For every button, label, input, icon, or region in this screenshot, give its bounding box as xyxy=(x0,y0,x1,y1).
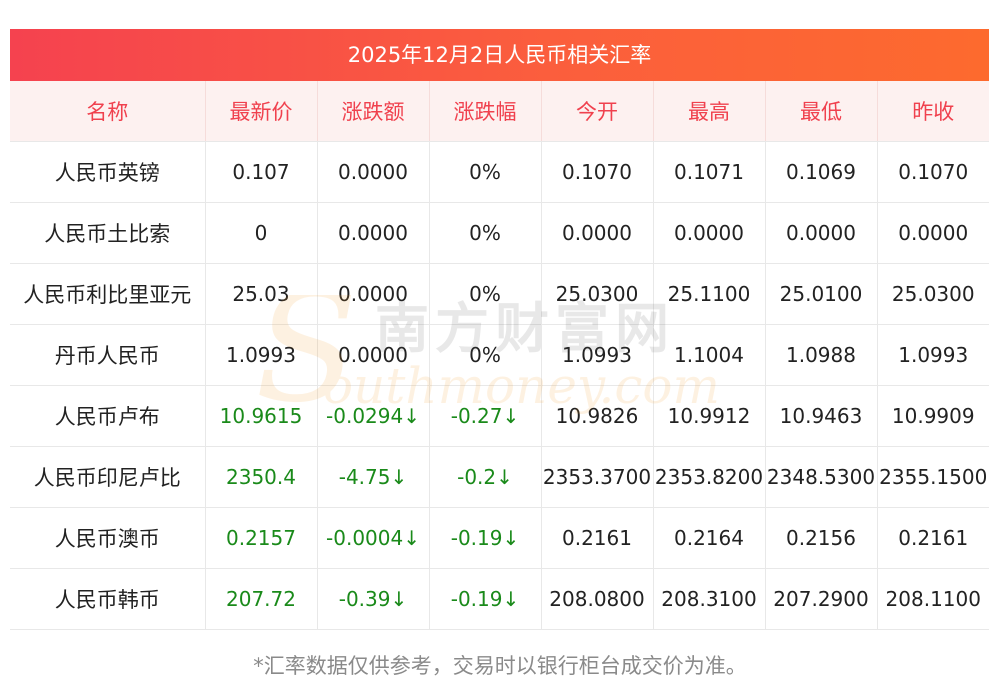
change-pct: -0.19↓ xyxy=(429,568,542,630)
table-header-row: 名称 最新价 涨跌额 涨跌幅 今开 最高 最低 昨收 xyxy=(10,81,989,142)
header-low: 最低 xyxy=(765,81,878,142)
header-prev-close: 昨收 xyxy=(877,81,989,142)
low-price: 10.9463 xyxy=(765,385,878,447)
table-row: 人民币英镑 0.107 0.0000 0% 0.1070 0.1071 0.1069 0.10… xyxy=(10,141,989,203)
change-pct: 0% xyxy=(429,263,542,325)
table-row: 人民币利比里亚元 25.03 0.0000 0% 25.0300 25.1100 25.01… xyxy=(10,263,989,325)
currency-name: 人民币土比索 xyxy=(10,202,206,264)
prev-close: 208.1100 xyxy=(877,568,989,630)
header-high: 最高 xyxy=(653,81,766,142)
table-row: 人民币卢布 10.9615 -0.0294↓ -0.27↓ 10.9826 10.9912… xyxy=(10,385,989,447)
high-price: 2353.8200 xyxy=(653,446,766,508)
open-price: 10.9826 xyxy=(541,385,654,447)
currency-name: 人民币澳币 xyxy=(10,507,206,569)
open-price: 0.0000 xyxy=(541,202,654,264)
low-price: 25.0100 xyxy=(765,263,878,325)
high-price: 25.1100 xyxy=(653,263,766,325)
high-price: 10.9912 xyxy=(653,385,766,447)
change-amount: 0.0000 xyxy=(317,263,430,325)
low-price: 2348.5300 xyxy=(765,446,878,508)
open-price: 208.0800 xyxy=(541,568,654,630)
header-latest: 最新价 xyxy=(205,81,318,142)
latest-price: 0.2157 xyxy=(205,507,318,569)
change-pct: -0.27↓ xyxy=(429,385,542,447)
open-price: 1.0993 xyxy=(541,324,654,386)
footnote: *汇率数据仅供参考，交易时以银行柜台成交价为准。 xyxy=(253,654,747,678)
low-price: 1.0988 xyxy=(765,324,878,386)
header-name: 名称 xyxy=(10,81,206,142)
latest-price: 0.107 xyxy=(205,141,318,203)
table-row: 人民币印尼卢比 2350.4 -4.75↓ -0.2↓ 2353.3700 2353.82… xyxy=(10,446,989,508)
prev-close: 10.9909 xyxy=(877,385,989,447)
header-change: 涨跌额 xyxy=(317,81,430,142)
prev-close: 0.2161 xyxy=(877,507,989,569)
change-amount: 0.0000 xyxy=(317,324,430,386)
table-title: 2025年12月2日人民币相关汇率 xyxy=(10,29,989,81)
latest-price: 0 xyxy=(205,202,318,264)
prev-close: 25.0300 xyxy=(877,263,989,325)
high-price: 0.2164 xyxy=(653,507,766,569)
open-price: 0.2161 xyxy=(541,507,654,569)
prev-close: 1.0993 xyxy=(877,324,989,386)
change-pct: 0% xyxy=(429,324,542,386)
currency-name: 人民币印尼卢比 xyxy=(10,446,206,508)
high-price: 208.3100 xyxy=(653,568,766,630)
open-price: 0.1070 xyxy=(541,141,654,203)
change-pct: -0.2↓ xyxy=(429,446,542,508)
prev-close: 0.1070 xyxy=(877,141,989,203)
header-change-pct: 涨跌幅 xyxy=(429,81,542,142)
change-amount: -0.39↓ xyxy=(317,568,430,630)
currency-name: 人民币利比里亚元 xyxy=(10,263,206,325)
latest-price: 10.9615 xyxy=(205,385,318,447)
latest-price: 25.03 xyxy=(205,263,318,325)
high-price: 0.0000 xyxy=(653,202,766,264)
table-row: 丹币人民币 1.0993 0.0000 0% 1.0993 1.1004 1.0988 1.0… xyxy=(10,324,989,386)
header-open: 今开 xyxy=(541,81,654,142)
low-price: 0.0000 xyxy=(765,202,878,264)
prev-close: 0.0000 xyxy=(877,202,989,264)
change-pct: 0% xyxy=(429,202,542,264)
rate-table-card: 2025年12月2日人民币相关汇率 名称 最新价 涨跌额 涨跌幅 今开 最高 最… xyxy=(10,29,989,630)
prev-close: 2355.1500 xyxy=(877,446,989,508)
currency-name: 人民币英镑 xyxy=(10,141,206,203)
latest-price: 207.72 xyxy=(205,568,318,630)
latest-price: 1.0993 xyxy=(205,324,318,386)
currency-name: 人民币韩币 xyxy=(10,568,206,630)
change-pct: -0.19↓ xyxy=(429,507,542,569)
change-amount: 0.0000 xyxy=(317,141,430,203)
table-row: 人民币韩币 207.72 -0.39↓ -0.19↓ 208.0800 208.3100 2… xyxy=(10,568,989,630)
currency-name: 人民币卢布 xyxy=(10,385,206,447)
change-amount: -4.75↓ xyxy=(317,446,430,508)
high-price: 0.1071 xyxy=(653,141,766,203)
low-price: 0.2156 xyxy=(765,507,878,569)
change-pct: 0% xyxy=(429,141,542,203)
open-price: 25.0300 xyxy=(541,263,654,325)
table-row: 人民币土比索 0 0.0000 0% 0.0000 0.0000 0.0000 0.0000 xyxy=(10,202,989,264)
change-amount: -0.0294↓ xyxy=(317,385,430,447)
table-row: 人民币澳币 0.2157 -0.0004↓ -0.19↓ 0.2161 0.2164 0.2… xyxy=(10,507,989,569)
low-price: 0.1069 xyxy=(765,141,878,203)
open-price: 2353.3700 xyxy=(541,446,654,508)
rate-table: 名称 最新价 涨跌额 涨跌幅 今开 最高 最低 昨收 人民币英镑 0.107 0.0… xyxy=(10,81,989,630)
high-price: 1.1004 xyxy=(653,324,766,386)
low-price: 207.2900 xyxy=(765,568,878,630)
currency-name: 丹币人民币 xyxy=(10,324,206,386)
change-amount: 0.0000 xyxy=(317,202,430,264)
change-amount: -0.0004↓ xyxy=(317,507,430,569)
latest-price: 2350.4 xyxy=(205,446,318,508)
